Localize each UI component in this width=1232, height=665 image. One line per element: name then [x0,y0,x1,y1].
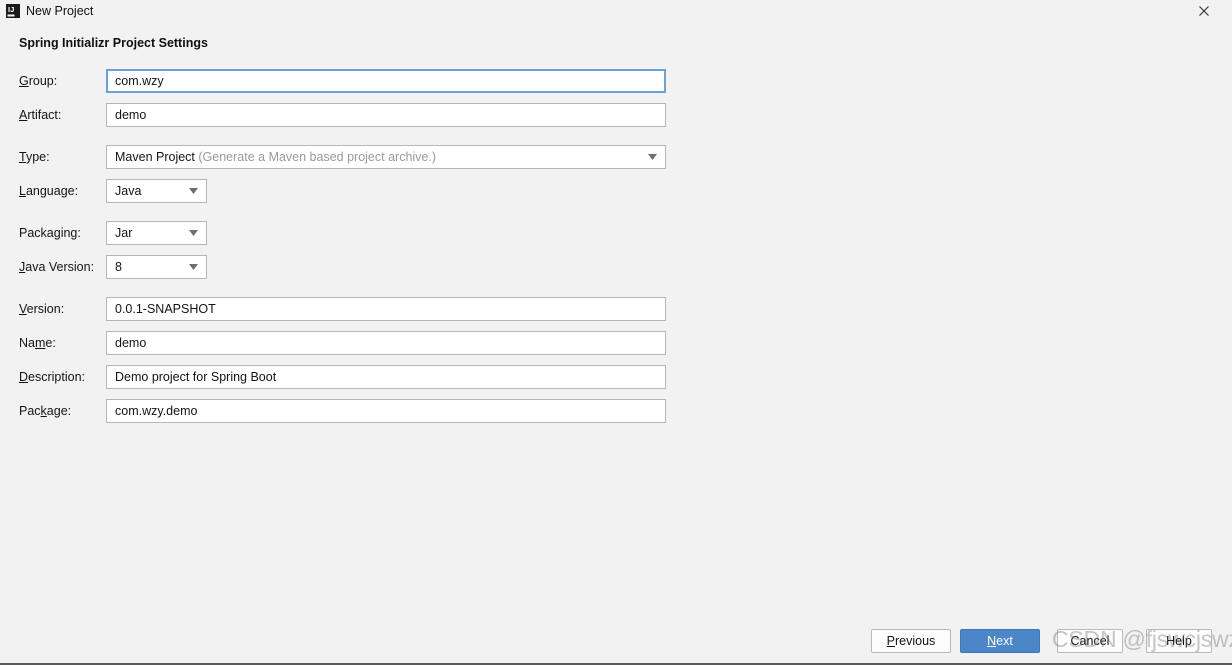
type-select-value: Maven Project (Generate a Maven based pr… [115,146,436,168]
description-label: Description: [19,370,86,384]
cancel-button[interactable]: Cancel [1057,629,1123,653]
version-input[interactable] [106,297,666,321]
java-version-label: Java Version: [19,260,95,274]
type-select[interactable]: Maven Project (Generate a Maven based pr… [106,145,666,169]
settings-form: Group: Artifact: Type: Maven Project (Ge… [0,0,1232,600]
packaging-label: Packaging: [19,226,81,240]
group-label: Group: [19,74,58,88]
packaging-select-value: Jar [115,226,133,240]
previous-button[interactable]: Previous [871,629,951,653]
language-select-value: Java [115,184,142,198]
new-project-dialog: IJ New Project Spring Initializr Project… [0,0,1232,665]
package-label: Package: [19,404,72,418]
packaging-select[interactable]: Jar [106,221,207,245]
description-input[interactable] [106,365,666,389]
chevron-down-icon [189,256,198,278]
type-select-hint: (Generate a Maven based project archive.… [198,150,437,164]
chevron-down-icon [648,146,657,168]
java-version-select[interactable]: 8 [106,255,207,279]
name-input[interactable] [106,331,666,355]
java-version-select-value: 8 [115,260,122,274]
language-label: Language: [19,184,79,198]
chevron-down-icon [189,180,198,202]
artifact-input[interactable] [106,103,666,127]
next-button[interactable]: Next [960,629,1040,653]
name-label: Name: [19,336,56,350]
package-input[interactable] [106,399,666,423]
artifact-label: Artifact: [19,108,62,122]
version-label: Version: [19,302,65,316]
type-select-value-text: Maven Project [115,150,195,164]
group-input[interactable] [106,69,666,93]
help-button[interactable]: Help [1146,629,1212,653]
type-label: Type: [19,150,50,164]
language-select[interactable]: Java [106,179,207,203]
chevron-down-icon [189,222,198,244]
